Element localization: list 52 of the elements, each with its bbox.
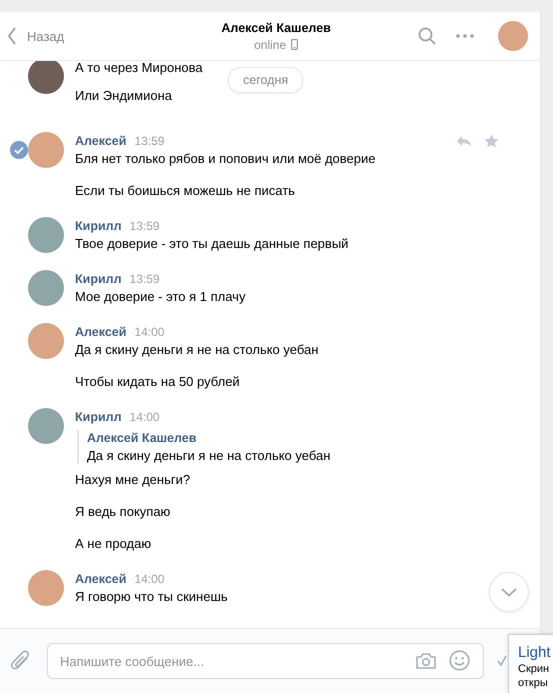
message-text: Или Эндимиона [75,87,174,105]
avatar[interactable] [28,217,64,253]
message-time: 13:59 [130,218,160,235]
reply-icon[interactable] [456,135,472,147]
author-name[interactable]: Алексей [75,571,126,588]
notification-title: Light [518,644,552,662]
camera-icon[interactable] [415,652,437,670]
search-icon[interactable] [418,27,436,45]
message-text: Твое доверие - это ты даешь данные первый [75,235,348,253]
message-text: А не продаю [75,535,152,553]
message-text: Да я скину деньги я не на столько уебан [75,341,318,359]
avatar[interactable] [28,408,64,444]
chevron-down-icon [501,588,517,596]
message-text: Я ведь покупаю [75,503,172,521]
more-icon[interactable] [456,34,474,38]
author-name[interactable]: Алексей [75,324,126,341]
back-button[interactable]: Назад [0,27,64,45]
notification-text: откры [518,676,549,690]
chat-title: Алексей Кашелев [221,20,331,34]
back-icon [7,27,17,45]
scroll-down-button[interactable] [489,572,529,612]
message-text: Я говорю что ты скинешь [75,588,228,606]
message-time: 14:00 [134,571,164,588]
notification-text: Скрин [518,662,550,676]
avatar[interactable] [28,270,64,306]
quote-author[interactable]: Алексей Кашелев [87,430,330,447]
phone-icon [291,39,298,50]
message-text: Бля нет только рябов и попович или моё доверие [75,150,376,168]
message-input[interactable]: Напишите сообщение... [47,643,484,679]
message-text: Если ты боишься можешь не писать [75,182,296,200]
message-time: 13:59 [130,271,160,288]
author-name[interactable]: Кирилл [75,218,122,235]
star-icon[interactable] [484,134,499,148]
profile-avatar[interactable] [498,21,528,51]
message-text: Чтобы кидать на 50 рублей [75,373,241,391]
author-name[interactable]: Алексей [75,133,126,150]
online-status: online [254,38,286,52]
quote-text: Да я скину деньги я не на столько уебан [87,447,330,464]
message-time: 14:00 [130,409,160,426]
message-text: Мое доверие - это я 1 плачу [75,288,246,306]
message-time: 13:59 [134,133,164,150]
avatar[interactable] [28,61,64,94]
author-name[interactable]: Кирилл [75,271,122,288]
selected-check-icon[interactable] [10,141,28,159]
message-text: Нахуя мне деньги? [75,471,192,489]
message-time: 14:00 [134,324,164,341]
date-label: сегодня [228,67,304,93]
message-text: А то через Миронова [75,61,203,77]
smiley-icon[interactable] [449,650,470,671]
notification-popup[interactable]: Light Скрин откры [508,634,553,693]
send-icon[interactable] [497,654,507,668]
author-name[interactable]: Кирилл [75,409,122,426]
